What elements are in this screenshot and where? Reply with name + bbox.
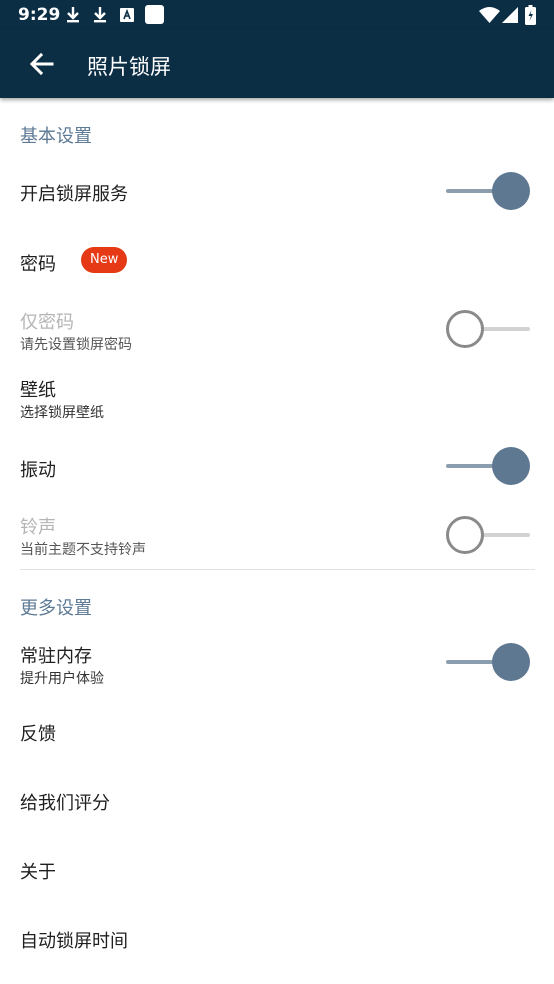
ringtone-switch[interactable] xyxy=(446,515,532,555)
switch-thumb xyxy=(492,447,530,485)
row-title: 常驻内存 xyxy=(20,646,92,667)
row-title: 铃声 xyxy=(20,517,56,538)
row-password[interactable]: 密码 New xyxy=(0,226,554,296)
row-rate-us[interactable]: 给我们评分 xyxy=(0,767,554,836)
row-password-only[interactable]: 仅密码 请先设置锁屏密码 xyxy=(0,296,554,364)
row-title: 给我们评分 xyxy=(20,793,110,814)
row-resident-memory[interactable]: 常驻内存 提升用户体验 xyxy=(0,630,554,696)
download-icon xyxy=(67,7,79,23)
page-title: 照片锁屏 xyxy=(87,55,171,79)
row-auto-lock-time[interactable]: 自动锁屏时间 xyxy=(0,905,554,974)
section-header-basic: 基本设置 xyxy=(20,126,92,147)
row-lock-service[interactable]: 开启锁屏服务 xyxy=(0,156,554,226)
wifi-icon xyxy=(479,7,500,23)
resident-memory-switch[interactable] xyxy=(446,642,532,682)
battery-icon xyxy=(525,5,536,25)
row-ringtone[interactable]: 铃声 当前主题不支持铃声 xyxy=(0,502,554,568)
row-title: 仅密码 xyxy=(20,312,74,333)
lock-service-switch[interactable] xyxy=(446,171,532,211)
switch-thumb xyxy=(492,172,530,210)
font-icon xyxy=(120,8,134,22)
row-title: 壁纸 xyxy=(20,380,56,401)
download-icon xyxy=(94,7,106,23)
row-vibrate[interactable]: 振动 xyxy=(0,432,554,502)
password-only-switch[interactable] xyxy=(446,309,532,349)
status-bar: 9:29 xyxy=(0,0,554,30)
section-header-more: 更多设置 xyxy=(20,598,92,619)
row-feedback[interactable]: 反馈 xyxy=(0,698,554,767)
signal-icon xyxy=(502,7,518,23)
row-subtitle: 选择锁屏壁纸 xyxy=(20,405,104,421)
arrow-left-icon[interactable] xyxy=(24,46,60,82)
row-title: 关于 xyxy=(20,862,56,883)
switch-thumb xyxy=(446,516,484,554)
row-subtitle: 请先设置锁屏密码 xyxy=(20,337,132,353)
app-bar: 照片锁屏 xyxy=(0,30,554,98)
row-subtitle: 当前主题不支持铃声 xyxy=(20,542,146,558)
status-time: 9:29 xyxy=(18,5,61,25)
switch-thumb xyxy=(492,643,530,681)
row-title: 反馈 xyxy=(20,724,56,745)
row-title: 密码 xyxy=(20,254,56,275)
new-badge: New xyxy=(81,247,128,273)
vibrate-switch[interactable] xyxy=(446,446,532,486)
row-subtitle: 提升用户体验 xyxy=(20,671,104,687)
section-divider xyxy=(20,569,535,570)
row-title: 开启锁屏服务 xyxy=(20,184,128,205)
switch-thumb xyxy=(446,310,484,348)
row-about[interactable]: 关于 xyxy=(0,836,554,905)
row-title: 振动 xyxy=(20,460,56,481)
row-wallpaper[interactable]: 壁纸 选择锁屏壁纸 xyxy=(0,364,554,432)
square-icon xyxy=(145,5,164,24)
row-title: 自动锁屏时间 xyxy=(20,931,128,952)
